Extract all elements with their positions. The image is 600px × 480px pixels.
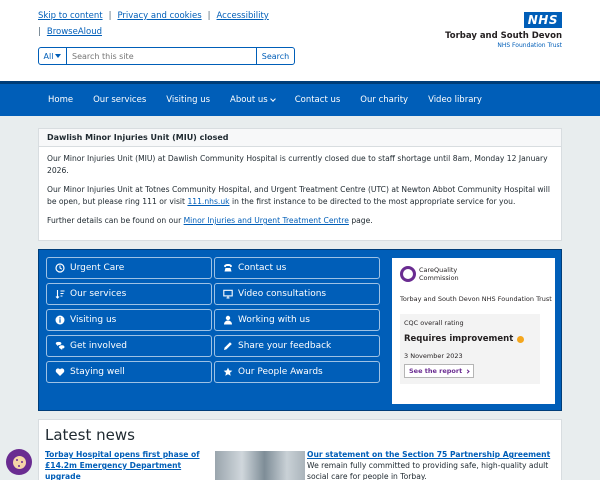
get-involved-button[interactable]: Get involved [46,335,212,357]
cqc-widget: CareQuality Commission Torbay and South D… [392,258,555,404]
news-image[interactable] [215,451,305,480]
heart-icon [55,367,65,377]
cookie-settings-button[interactable] [6,449,32,475]
info-icon [55,315,65,325]
our-services-button[interactable]: Our services [46,283,212,305]
sort-icon [55,289,65,299]
nhs-111-link[interactable]: 111.nhs.uk [187,197,229,206]
nav-video-library[interactable]: Video library [428,95,482,105]
chevron-down-icon [269,96,276,102]
share-feedback-button[interactable]: Share your feedback [214,335,380,357]
nav-our-charity[interactable]: Our charity [360,95,408,105]
skip-to-content-link[interactable]: Skip to content [38,11,103,21]
browsealoud-link[interactable]: BrowseAloud [47,27,102,37]
trust-name: NHS Foundation Trust [497,42,562,49]
latest-news-heading: Latest news [45,426,135,444]
cqc-rating-box: CQC overall rating Requires improvement … [400,314,540,384]
news-item-link[interactable]: Torbay Hospital opens first phase of £14… [45,449,205,480]
rating-status-icon [517,335,525,343]
cqc-rating-date: 3 November 2023 [404,352,463,360]
chevron-right-icon [465,368,470,374]
cqc-rating-value: Requires improvement [404,334,525,344]
search-scope-dropdown[interactable]: All [39,48,67,64]
cqc-logo: CareQuality Commission [400,266,459,282]
alert-body: Our Minor Injuries Unit (MIU) at Dawlish… [39,147,561,240]
visiting-us-button[interactable]: Visiting us [46,309,212,331]
skip-links: Skip to content | Privacy and cookies | Acce… [38,11,269,21]
cqc-trust-name: Torbay and South Devon NHS Foundation Tr… [400,295,552,303]
nav-our-services[interactable]: Our services [93,95,146,105]
nhs-logo-mark: NHS [523,12,562,28]
main-nav: Home Our services Visiting us About us C… [0,81,600,116]
news-item-summary: We remain fully committed to providing s… [307,461,549,480]
alert-paragraph: Our Minor Injuries Unit at Totnes Commun… [47,185,550,206]
site-header: Skip to content | Privacy and cookies | Acce… [0,0,600,81]
nhs-logo[interactable]: NHS Torbay and South Devon NHS Foundatio… [445,9,562,49]
video-consultations-button[interactable]: Video consultations [214,283,380,305]
clock-icon [55,263,65,273]
people-awards-button[interactable]: Our People Awards [214,361,380,383]
staying-well-button[interactable]: Staying well [46,361,212,383]
news-item-link[interactable]: Our statement on the Section 75 Partners… [307,449,557,460]
monitor-icon [223,289,233,299]
contact-us-button[interactable]: Contact us [214,257,380,279]
nav-about-us[interactable]: About us [230,95,276,105]
search-bar: All Search [38,47,295,65]
cookie-icon [12,455,26,469]
cqc-logo-mark [400,266,416,282]
cqc-rating-label: CQC overall rating [404,319,464,327]
see-report-button[interactable]: See the report [404,364,475,378]
search-input[interactable] [67,48,256,64]
privacy-link[interactable]: Privacy and cookies [117,11,201,21]
working-with-us-button[interactable]: Working with us [214,309,380,331]
pencil-icon [223,341,233,351]
chat-icon [55,341,65,351]
latest-news-section: Latest news Torbay Hospital opens first … [38,419,562,480]
accessibility-link[interactable]: Accessibility [217,11,269,21]
alert-paragraph: Our Minor Injuries Unit (MIU) at Dawlish… [47,154,548,175]
nav-home[interactable]: Home [48,95,73,105]
nav-contact-us[interactable]: Contact us [295,95,341,105]
star-icon [223,367,233,377]
urgent-care-button[interactable]: Urgent Care [46,257,212,279]
caret-down-icon [55,54,62,58]
alert-panel: Dawlish Minor Injuries Unit (MIU) closed… [38,128,562,241]
user-icon [223,315,233,325]
phone-icon [223,263,233,273]
nav-visiting-us[interactable]: Visiting us [166,95,210,105]
alert-title: Dawlish Minor Injuries Unit (MIU) closed [39,129,561,147]
minor-injuries-link[interactable]: Minor Injuries and Urgent Treatment Cent… [184,216,349,225]
alert-paragraph: Further details can be found on our Mino… [47,216,373,225]
browsealoud-row: | BrowseAloud [38,27,102,37]
search-button[interactable]: Search [256,48,294,64]
org-name: Torbay and South Devon [445,31,562,41]
